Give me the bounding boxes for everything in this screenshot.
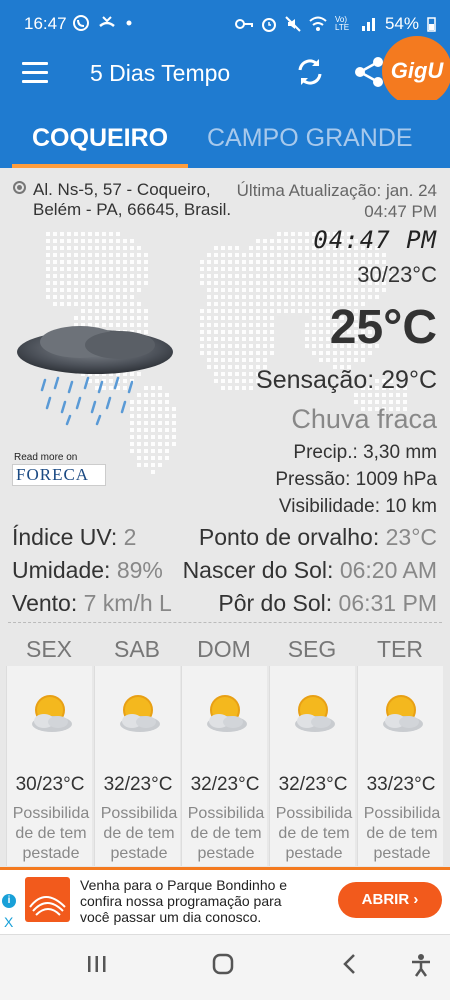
ad-open-button[interactable]: ABRIR › (338, 882, 442, 918)
forecast-desc: Possibilidade de tempestade (100, 805, 178, 862)
home-icon[interactable] (212, 953, 234, 975)
forecast-day-name: SEX (25, 636, 73, 662)
dew-point: Ponto de orvalho: 23°C (198, 524, 437, 550)
current-minmax: 30/23°C (357, 262, 437, 287)
pressure: Pressão: 1009 hPa (275, 469, 437, 490)
partly-sunny-icon (295, 695, 335, 732)
rain-cloud-icon (17, 326, 173, 426)
digital-clock: 04:47 PM (313, 226, 437, 254)
forecast-day-name: TER (377, 636, 423, 662)
gigu-badge[interactable]: GigU (382, 36, 450, 106)
uv-index: Índice UV: 2 (12, 524, 137, 550)
forecast-day-name: DOM (197, 636, 251, 662)
forecast-minmax: 32/23°C (190, 774, 260, 795)
wind: Vento: 7 km/h L (12, 590, 172, 616)
forecast-minmax: 32/23°C (103, 774, 173, 795)
precipitation: Precip.: 3,30 mm (293, 442, 437, 463)
battery-icon (427, 17, 436, 32)
ad-thumbnail[interactable] (25, 877, 70, 922)
missed-call-icon (99, 16, 115, 27)
whatsapp-icon (73, 15, 89, 31)
tab-campo-grande[interactable]: CAMPO GRANDE (207, 124, 413, 153)
forecast-desc: Possibilidade de tempestade (275, 805, 353, 862)
location-tabs: COQUEIRO CAMPO GRANDE (0, 100, 450, 168)
refresh-icon[interactable] (294, 56, 326, 88)
mute-icon (285, 16, 301, 32)
accessibility-icon[interactable] (410, 953, 432, 977)
forecast-card[interactable]: 33/23°C Possibilidade de tempestade (357, 666, 443, 866)
system-nav-bar (0, 934, 450, 1000)
share-icon[interactable] (354, 56, 384, 88)
app-title: 5 Dias Tempo (90, 60, 231, 86)
ad-text[interactable]: Venha para o Parque Bondinho e confira n… (80, 877, 300, 925)
feels-like: Sensação: 29°C (256, 366, 437, 394)
read-more-label: Read more on (14, 452, 78, 463)
wifi-icon (309, 16, 327, 31)
current-temperature: 25°C (329, 301, 437, 354)
volte-icon: Vo) LTE (334, 15, 350, 32)
partly-sunny-icon (32, 695, 72, 732)
weather-main: Al. Ns-5, 57 - Coqueiro, Belém - PA, 666… (0, 168, 450, 868)
dew-value: 23°C (385, 524, 437, 550)
forecast-minmax: 30/23°C (15, 774, 85, 795)
dot-icon (126, 20, 132, 26)
visibility: Visibilidade: 10 km (278, 496, 437, 517)
status-bar: 16:47 Vo) LTE 54% (0, 0, 450, 48)
forecast-desc: Possibilidade de tempestade (363, 805, 441, 862)
battery-percent: 54% (384, 14, 419, 33)
forecast-cards: 30/23°C Possibilidade de tempestade 32/2… (0, 666, 450, 866)
forecast-desc: Possibilidade de tempestade (187, 805, 265, 862)
location-icon (13, 181, 26, 194)
partly-sunny-icon (207, 695, 247, 732)
back-icon[interactable] (340, 953, 360, 975)
forecast-card[interactable]: 32/23°C Possibilidade de tempestade (94, 666, 180, 866)
forecast-day-name: SEG (287, 636, 337, 662)
forecast-minmax: 32/23°C (278, 774, 348, 795)
partly-sunny-icon (383, 695, 423, 732)
tab-coqueiro[interactable]: COQUEIRO (32, 124, 168, 153)
forecast-card[interactable]: 30/23°C Possibilidade de tempestade (6, 666, 92, 866)
ad-banner[interactable]: i X Venha para o Parque Bondinho e confi… (0, 870, 450, 934)
ad-info-icon[interactable]: i (2, 894, 16, 908)
divider (8, 622, 442, 623)
sunset-value: 06:31 PM (338, 590, 437, 616)
status-time: 16:47 (24, 14, 67, 33)
forecast-day-name: SAB (113, 636, 161, 662)
chevron-right-icon: › (413, 891, 419, 908)
humidity: Umidade: 89% (12, 557, 163, 583)
last-update: Última Atualização: jan. 24 04:47 PM (236, 181, 437, 221)
sunrise-value: 06:20 AM (339, 557, 437, 583)
menu-icon[interactable] (22, 62, 48, 84)
wind-value: 7 km/h L (83, 590, 172, 616)
uv-value: 2 (123, 524, 137, 550)
alarm-icon (261, 18, 276, 32)
signal-icon (361, 18, 375, 31)
sunrise: Nascer do Sol: 06:20 AM (182, 557, 437, 583)
partly-sunny-icon (120, 695, 160, 732)
condition: Chuva fraca (291, 404, 437, 434)
forecast-card[interactable]: 32/23°C Possibilidade de tempestade (181, 666, 267, 866)
sunset: Pôr do Sol: 06:31 PM (218, 590, 437, 616)
foreca-logo[interactable]: FORECA (12, 464, 106, 486)
recent-apps-icon[interactable] (86, 953, 108, 975)
ad-close-icon[interactable]: X (4, 914, 13, 930)
humidity-value: 89% (116, 557, 163, 583)
forecast-desc: Possibilidade de tempestade (12, 805, 90, 862)
forecast-minmax: 33/23°C (366, 774, 436, 795)
forecast-card[interactable]: 32/23°C Possibilidade de tempestade (269, 666, 355, 866)
address: Al. Ns-5, 57 - Coqueiro, Belém - PA, 666… (33, 180, 232, 219)
forecast-day-names: SEX SAB DOM SEG TER (0, 632, 450, 670)
key-icon (234, 19, 253, 29)
